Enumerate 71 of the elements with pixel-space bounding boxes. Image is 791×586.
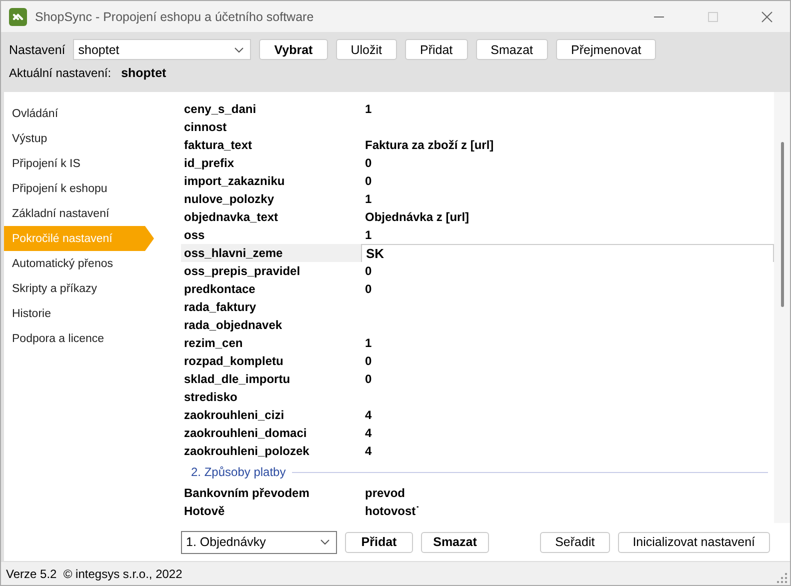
- setting-value: Faktura za zboží z [url]: [364, 137, 495, 154]
- setting-name: objednavka_text: [183, 209, 280, 226]
- setting-value: 1: [364, 227, 373, 244]
- setting-value: 0: [364, 263, 373, 280]
- setting-name: id_prefix: [183, 155, 236, 172]
- sidebar-item[interactable]: Automatický přenos: [4, 251, 145, 276]
- setting-name: rezim_cen: [183, 335, 244, 352]
- scrollbar[interactable]: [774, 92, 790, 523]
- window-title: ShopSync - Propojení eshopu a účetního software: [35, 10, 315, 24]
- setting-name: zaokrouhleni_cizi: [183, 407, 286, 424]
- toolbar-button[interactable]: Přidat: [405, 39, 468, 60]
- list-button[interactable]: Přidat: [345, 532, 413, 552]
- setting-value: 0: [364, 281, 373, 298]
- setting-name: ceny_s_dani: [183, 101, 258, 118]
- setting-name: Bankovním převodem: [183, 485, 310, 502]
- settings-label: Nastavení: [9, 42, 66, 56]
- setting-name: stredisko: [183, 389, 238, 406]
- sidebar-item[interactable]: Ovládání: [4, 101, 145, 126]
- setting-name: zaokrouhleni_domaci: [183, 425, 308, 442]
- toolbar-button[interactable]: Smazat: [476, 39, 548, 60]
- settings-dropdown[interactable]: shoptet: [73, 39, 252, 60]
- setting-name: nulove_polozky: [183, 191, 276, 208]
- setting-name: rada_faktury: [183, 299, 258, 316]
- setting-name: oss_prepis_pravidel: [183, 263, 302, 280]
- status-text: Verze 5.2 © integsys s.r.o., 2022: [6, 566, 182, 580]
- setting-value: 1: [364, 335, 373, 352]
- setting-value: 0: [364, 155, 373, 172]
- list-button[interactable]: Smazat: [421, 532, 489, 552]
- sidebar-item[interactable]: Základní nastavení: [4, 201, 145, 226]
- setting-value: 4: [364, 407, 373, 424]
- caret-icon: [320, 539, 330, 545]
- sidebar-item[interactable]: Výstup: [4, 126, 145, 151]
- setting-value: 4: [364, 443, 373, 460]
- toolbar-button[interactable]: Uložit: [336, 39, 397, 60]
- setting-value: 0: [364, 173, 373, 190]
- setting-value: prevod: [364, 485, 406, 502]
- current-settings-value: shoptet: [121, 66, 166, 80]
- toolbar-button[interactable]: Vybrat: [259, 39, 328, 60]
- sidebar-item[interactable]: Připojení k eshopu: [4, 176, 145, 201]
- setting-value: Objednávka z [url]: [364, 209, 470, 226]
- sidebar-item[interactable]: Podpora a licence: [4, 326, 145, 351]
- setting-value: 0: [364, 353, 373, 370]
- current-settings-label: Aktuální nastavení:: [9, 66, 112, 80]
- action-button[interactable]: Inicializovat nastavení: [618, 532, 770, 552]
- sidebar-item[interactable]: Historie: [4, 301, 145, 326]
- setting-value: 1: [364, 191, 373, 208]
- setting-value-field[interactable]: SK: [361, 244, 774, 262]
- caret-icon: [234, 46, 244, 52]
- setting-name: oss_hlavni_zeme: [181, 244, 361, 262]
- setting-name: rada_objednavek: [183, 317, 284, 334]
- setting-name: import_zakazniku: [183, 173, 286, 190]
- sidebar-item[interactable]: Skripty a příkazy: [4, 276, 145, 301]
- setting-name: Hotově: [183, 503, 226, 520]
- setting-name: zaokrouhleni_polozek: [183, 443, 310, 460]
- app-logo-icon: [9, 8, 27, 26]
- setting-value: 4: [364, 425, 373, 442]
- setting-name: cinnost: [183, 119, 228, 136]
- section-dropdown[interactable]: 1. Objednávky: [181, 530, 337, 554]
- toolbar-button[interactable]: Přejmenovat: [556, 39, 656, 60]
- resize-grip-icon: [776, 572, 788, 584]
- setting-name: oss: [183, 227, 206, 244]
- action-button[interactable]: Seřadit: [540, 532, 610, 552]
- setting-name: predkontace: [183, 281, 256, 298]
- setting-value: 1: [364, 101, 373, 118]
- setting-name: sklad_dle_importu: [183, 371, 292, 388]
- sidebar-item[interactable]: Připojení k IS: [4, 151, 145, 176]
- section-heading: 2. Způsoby platby: [191, 465, 286, 479]
- setting-value: 0: [364, 371, 373, 388]
- setting-name: faktura_text: [183, 137, 254, 154]
- setting-name: rozpad_kompletu: [183, 353, 284, 370]
- setting-value: hotovost˙: [364, 503, 421, 520]
